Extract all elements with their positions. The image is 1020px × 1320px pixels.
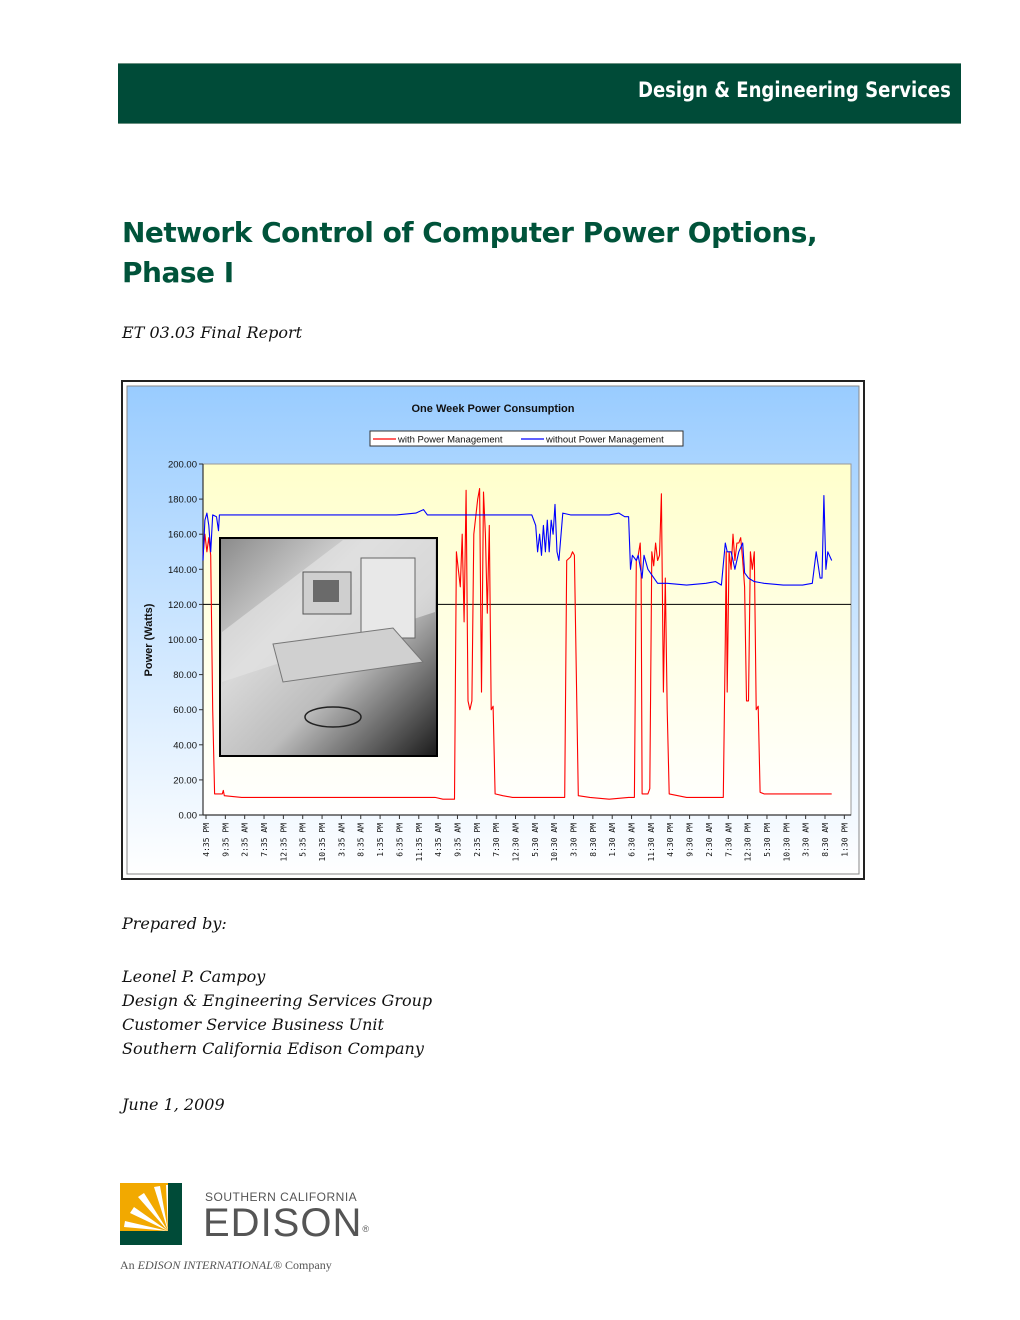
x-tick-label: 1:30 PM [840, 823, 849, 857]
y-tick-label: 140.00 [168, 565, 197, 576]
x-tick-label: 6:30 AM [628, 823, 637, 857]
x-tick-label: 5:30 AM [531, 823, 540, 857]
logo-edison: EDISON® [203, 1201, 370, 1245]
x-tick-label: 1:30 AM [608, 823, 617, 857]
x-tick-label: 7:30 AM [724, 823, 733, 857]
tagline-brand: EDISON INTERNATIONAL® [137, 1258, 283, 1272]
tagline-prefix: An [120, 1258, 138, 1272]
x-tick-label: 9:30 PM [686, 823, 695, 857]
x-tick-label: 12:35 PM [279, 823, 288, 862]
photo-tower [360, 557, 416, 639]
y-tick-label: 0.00 [179, 811, 198, 822]
x-tick-label: 1:35 PM [376, 823, 385, 857]
logo-edison-text: EDISON [203, 1201, 363, 1245]
header-banner: Design & Engineering Services [118, 63, 961, 124]
x-tick-label: 11:35 PM [415, 823, 424, 862]
logo-registered: ® [362, 1224, 370, 1234]
author-group: Design & Engineering Services Group [122, 991, 433, 1010]
y-tick-label: 200.00 [168, 460, 197, 471]
logo-green-bar-horizontal [120, 1231, 182, 1245]
author-unit: Customer Service Business Unit [122, 1015, 384, 1034]
x-tick-label: 3:30 AM [802, 823, 811, 857]
x-tick-label: 12:30 PM [744, 823, 753, 862]
author-name: Leonel P. Campoy [122, 967, 266, 986]
x-tick-label: 10:35 PM [318, 823, 327, 862]
x-tick-label: 10:30 AM [550, 823, 559, 862]
y-tick-label: 80.00 [173, 670, 197, 681]
x-tick-label: 3:30 PM [570, 823, 579, 857]
x-tick-label: 8:35 AM [357, 823, 366, 857]
x-tick-label: 2:35 PM [473, 823, 482, 857]
report-subtitle: ET 03.03 Final Report [122, 323, 303, 342]
legend-label-with-pm: with Power Management [397, 435, 503, 446]
logo-tagline: An EDISON INTERNATIONAL® Company [120, 1258, 332, 1273]
y-tick-label: 120.00 [168, 600, 197, 611]
tagline-suffix: Company [282, 1258, 332, 1272]
x-tick-label: 5:30 PM [763, 823, 772, 857]
y-tick-label: 60.00 [173, 705, 197, 716]
report-date: June 1, 2009 [122, 1095, 225, 1114]
y-tick-label: 100.00 [168, 635, 197, 646]
report-title-line1: Network Control of Computer Power Option… [122, 216, 818, 249]
author-company: Southern California Edison Company [122, 1039, 424, 1058]
y-tick-label: 20.00 [173, 775, 197, 786]
banner-text: Design & Engineering Services [638, 78, 951, 102]
chart-figure: One Week Power Consumption with Power Ma… [121, 380, 865, 880]
x-tick-label: 7:35 AM [260, 823, 269, 857]
x-tick-label: 12:30 AM [511, 823, 520, 862]
x-tick-label: 7:30 PM [492, 823, 501, 857]
author-block: Leonel P. Campoy Design & Engineering Se… [122, 965, 432, 1061]
power-chart: One Week Power Consumption with Power Ma… [126, 385, 860, 875]
report-title-line2: Phase I [122, 256, 234, 289]
x-tick-label: 6:35 PM [395, 823, 404, 857]
y-tick-label: 40.00 [173, 740, 197, 751]
y-tick-label: 160.00 [168, 530, 197, 541]
prepared-by-label: Prepared by: [122, 914, 227, 933]
x-tick-label: 9:35 AM [453, 823, 462, 857]
x-tick-label: 10:30 PM [782, 823, 791, 862]
x-tick-label: 4:35 PM [202, 823, 211, 857]
x-tick-label: 8:30 AM [821, 823, 830, 857]
x-tick-label: 4:30 PM [666, 823, 675, 857]
inset-photo [219, 537, 438, 757]
report-title: Network Control of Computer Power Option… [122, 213, 818, 293]
photo-screen [313, 580, 339, 602]
legend-label-without-pm: without Power Management [545, 435, 664, 446]
x-tick-label: 5:35 PM [299, 823, 308, 857]
x-tick-label: 3:35 AM [337, 823, 346, 857]
chart-legend: with Power Management without Power Mana… [369, 430, 684, 447]
x-tick-label: 2:35 AM [241, 823, 250, 857]
chart-title: One Week Power Consumption [412, 403, 575, 415]
y-tick-label: 180.00 [168, 495, 197, 506]
x-tick-label: 2:30 AM [705, 823, 714, 857]
x-tick-label: 8:30 PM [589, 823, 598, 857]
x-tick-label: 9:35 PM [221, 823, 230, 857]
x-tick-label: 4:35 AM [434, 823, 443, 857]
y-axis-label: Power (Watts) [143, 603, 155, 676]
x-tick-label: 11:30 AM [647, 823, 656, 862]
